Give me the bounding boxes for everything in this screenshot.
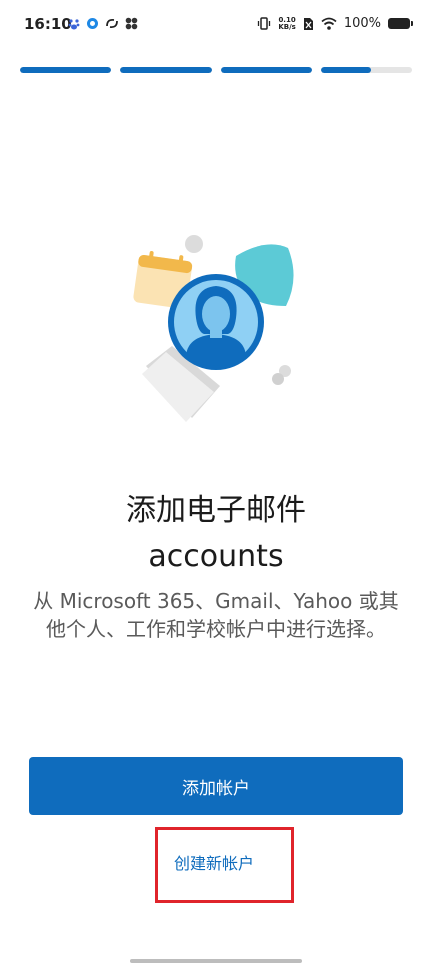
wifi-icon — [321, 17, 337, 30]
baidu-icon — [68, 18, 80, 29]
progress-segment — [220, 67, 312, 73]
title-line-1: 添加电子邮件 — [126, 493, 306, 528]
status-time: 16:10 — [24, 15, 72, 33]
netspeed-unit: KB/s — [278, 22, 296, 31]
sim-off-icon — [303, 17, 313, 30]
progress-segment — [320, 67, 412, 73]
status-left-icons — [68, 17, 138, 30]
setup-progress — [20, 67, 412, 73]
battery-icon — [388, 18, 413, 29]
network-speed: 0.10 KB/s — [278, 16, 296, 31]
alarm-icon — [87, 18, 98, 29]
progress-segment — [120, 67, 212, 73]
sync-icon — [106, 18, 118, 29]
person-avatar-icon — [168, 274, 264, 370]
status-right-icons: 0.10 KB/s 100% — [257, 16, 413, 31]
decor-dot-icon — [185, 235, 203, 253]
home-indicator[interactable] — [130, 959, 302, 963]
status-bar: 16:10 0.10 KB/s 100% — [0, 0, 432, 50]
create-account-link[interactable]: 创建新帐户 — [174, 850, 254, 874]
decor-dot-icon — [272, 373, 284, 385]
email-accounts-illustration — [133, 235, 294, 422]
battery-percentage: 100% — [343, 16, 381, 31]
page-title: 添加电子邮件 accounts — [0, 488, 432, 580]
add-account-button[interactable]: 添加帐户 — [29, 757, 403, 815]
page-description: 从 Microsoft 365、Gmail、Yahoo 或其他个人、工作和学校帐… — [33, 589, 399, 641]
progress-segment — [20, 67, 112, 73]
title-line-2: accounts — [148, 539, 284, 574]
app-icon — [125, 17, 138, 30]
vibrate-icon — [258, 17, 271, 30]
